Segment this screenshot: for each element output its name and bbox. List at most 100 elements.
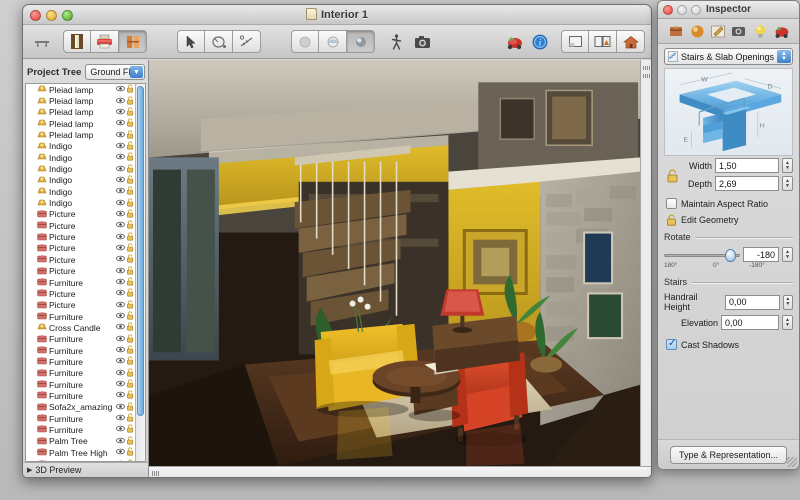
tree-row[interactable]: Picture xyxy=(26,254,135,265)
arrow-cursor-icon[interactable] xyxy=(177,30,205,53)
eye-icon[interactable] xyxy=(115,118,125,129)
lit-sphere-icon[interactable] xyxy=(347,30,375,53)
eye-icon[interactable] xyxy=(115,413,125,424)
slider-knob[interactable] xyxy=(724,248,736,262)
camera-icon[interactable] xyxy=(409,30,435,53)
eye-icon[interactable] xyxy=(115,345,125,356)
viewport-horizontal-scrollbar[interactable] xyxy=(149,466,651,477)
unlocked-padlock-icon[interactable] xyxy=(125,197,135,209)
furniture-icon[interactable] xyxy=(119,30,147,53)
eye-icon[interactable] xyxy=(115,288,125,299)
cast-shadows-checkbox[interactable] xyxy=(666,338,677,350)
elevation-stepper[interactable]: ▲ ▼ xyxy=(782,315,793,330)
single-view-icon[interactable] xyxy=(561,30,589,53)
tree-row[interactable]: Cross Candle xyxy=(26,322,135,333)
floor-selector[interactable]: Ground Floor ▼ xyxy=(85,64,145,80)
unlocked-padlock-icon[interactable] xyxy=(125,322,135,333)
unlocked-padlock-icon[interactable] xyxy=(125,220,135,231)
eye-icon[interactable] xyxy=(115,459,125,461)
eye-icon[interactable] xyxy=(115,220,125,231)
tree-row[interactable]: Indigo xyxy=(26,163,135,174)
unlocked-padlock-icon[interactable] xyxy=(125,266,135,277)
depth-stepper[interactable]: ▲ ▼ xyxy=(782,176,793,191)
unlocked-padlock-icon[interactable] xyxy=(125,402,135,413)
furniture-tab-icon[interactable] xyxy=(667,22,685,40)
tree-row[interactable]: Picture xyxy=(26,243,135,254)
depth-input[interactable]: 2,69 xyxy=(715,176,779,191)
eye-icon[interactable] xyxy=(115,277,125,288)
tree-row[interactable]: Furniture xyxy=(26,345,135,356)
eye-icon[interactable] xyxy=(115,107,125,118)
tree-row[interactable]: Palm Tree xyxy=(26,436,135,447)
inspector-titlebar[interactable]: Inspector xyxy=(658,1,799,19)
unlocked-padlock-icon[interactable] xyxy=(125,356,135,367)
tree-row[interactable]: Furniture xyxy=(26,334,135,345)
tree-row[interactable]: Picture xyxy=(26,220,135,231)
eye-icon[interactable] xyxy=(115,141,125,152)
unlocked-padlock-icon[interactable] xyxy=(125,152,135,163)
unlocked-padlock-icon[interactable] xyxy=(125,118,135,129)
tree-row[interactable]: Picture xyxy=(26,288,135,299)
rotate-icon[interactable] xyxy=(205,30,233,53)
unlocked-padlock-icon[interactable] xyxy=(125,447,135,458)
tree-row[interactable]: Picture xyxy=(26,266,135,277)
unlocked-padlock-icon[interactable] xyxy=(125,345,135,356)
tree-row[interactable]: Furniture xyxy=(26,458,135,461)
tree-row[interactable]: Picture xyxy=(26,300,135,311)
eye-icon[interactable] xyxy=(115,390,125,401)
tree-row[interactable]: Furniture xyxy=(26,311,135,322)
tree-row[interactable]: Picture xyxy=(26,231,135,242)
shaded-sphere-icon[interactable] xyxy=(291,30,319,53)
eye-icon[interactable] xyxy=(115,447,125,458)
rotate-value-input[interactable]: -180 xyxy=(743,247,779,262)
tree-row[interactable]: Pleiad lamp xyxy=(26,95,135,106)
object-type-combobox[interactable]: Stairs & Slab Openings ▲ ▼ xyxy=(664,48,793,65)
unlocked-padlock-icon[interactable] xyxy=(125,458,135,461)
viewport-vertical-scrollbar[interactable] xyxy=(640,60,651,466)
tree-row[interactable]: Furniture xyxy=(26,413,135,424)
unlocked-padlock-icon[interactable] xyxy=(125,254,135,265)
tree-row[interactable]: Indigo xyxy=(26,152,135,163)
tree-row[interactable]: Pleiad lamp xyxy=(26,107,135,118)
tree-row[interactable]: Sofa2x_amazing xyxy=(26,402,135,413)
maintain-aspect-ratio-row[interactable]: Maintain Aspect Ratio xyxy=(666,198,793,209)
unlocked-padlock-icon[interactable] xyxy=(125,84,135,95)
eye-icon[interactable] xyxy=(115,322,125,333)
unlocked-padlock-icon[interactable] xyxy=(125,311,135,322)
eye-icon[interactable] xyxy=(115,311,125,322)
unlocked-padlock-icon[interactable] xyxy=(125,334,135,345)
eye-icon[interactable] xyxy=(115,334,125,345)
eye-icon[interactable] xyxy=(115,300,125,311)
bench-icon[interactable] xyxy=(29,30,55,53)
resize-grip[interactable] xyxy=(787,457,797,467)
tree-row[interactable]: Pleiad lamp xyxy=(26,118,135,129)
tree-row[interactable]: Pleiad lamp xyxy=(26,84,135,95)
project-tree-scrollbar[interactable] xyxy=(135,84,145,461)
unlocked-padlock-icon[interactable] xyxy=(125,277,135,288)
unlocked-padlock-icon[interactable] xyxy=(125,288,135,299)
tree-row[interactable]: Picture xyxy=(26,209,135,220)
rotate-slider[interactable] xyxy=(664,248,740,262)
eye-icon[interactable] xyxy=(115,402,125,413)
scroll-down-arrow[interactable] xyxy=(643,74,650,78)
unlocked-padlock-icon[interactable] xyxy=(125,209,135,220)
unlocked-padlock-icon[interactable] xyxy=(125,413,135,424)
edit-tab-icon[interactable] xyxy=(709,22,727,40)
unlocked-padlock-icon[interactable] xyxy=(125,390,135,401)
tree-row[interactable]: Furniture xyxy=(26,277,135,288)
unlocked-padlock-icon[interactable] xyxy=(125,436,135,447)
tree-row[interactable]: Indigo xyxy=(26,186,135,197)
eye-icon[interactable] xyxy=(115,243,125,254)
render-tab-icon[interactable] xyxy=(772,22,790,40)
tree-row[interactable]: Furniture xyxy=(26,390,135,401)
eye-icon[interactable] xyxy=(115,175,125,186)
eye-icon[interactable] xyxy=(115,96,125,107)
tree-row[interactable]: Indigo xyxy=(26,141,135,152)
eye-icon[interactable] xyxy=(115,436,125,447)
light-tab-icon[interactable] xyxy=(751,22,769,40)
type-and-representation-button[interactable]: Type & Representation... xyxy=(669,445,788,464)
elevation-input[interactable]: 0,00 xyxy=(721,315,779,330)
handrail-height-stepper[interactable]: ▲ ▼ xyxy=(782,294,793,310)
project-tree-list[interactable]: Pleiad lamp Pleiad lamp Pleiad lamp Pleiad … xyxy=(25,83,146,462)
tree-row[interactable]: Furniture xyxy=(26,424,135,435)
